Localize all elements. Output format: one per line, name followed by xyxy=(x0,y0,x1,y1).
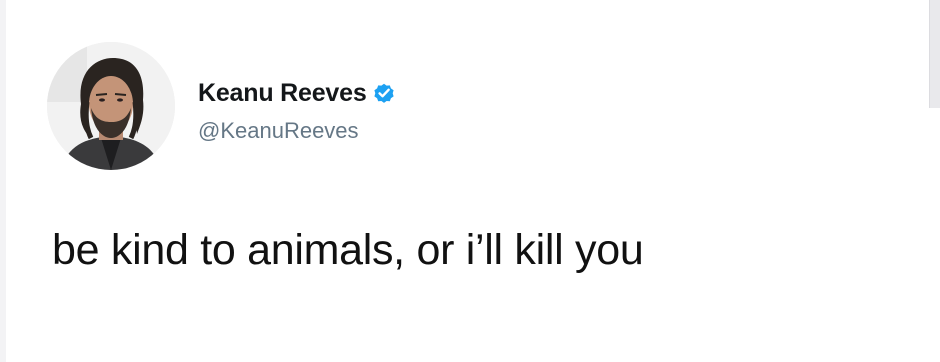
tweet-text: be kind to animals, or i’ll kill you xyxy=(52,226,644,274)
display-name[interactable]: Keanu Reeves xyxy=(198,79,367,108)
verified-badge-icon xyxy=(372,81,396,105)
avatar[interactable] xyxy=(47,42,175,170)
scrollbar[interactable] xyxy=(929,0,940,108)
name-row: Keanu Reeves xyxy=(198,76,396,110)
tweet-card: Keanu Reeves @KeanuReeves be kind to ani… xyxy=(0,0,940,362)
tweet-header: Keanu Reeves @KeanuReeves xyxy=(198,76,396,144)
user-handle[interactable]: @KeanuReeves xyxy=(198,118,396,144)
profile-photo-icon xyxy=(47,42,175,170)
left-border xyxy=(0,0,6,362)
